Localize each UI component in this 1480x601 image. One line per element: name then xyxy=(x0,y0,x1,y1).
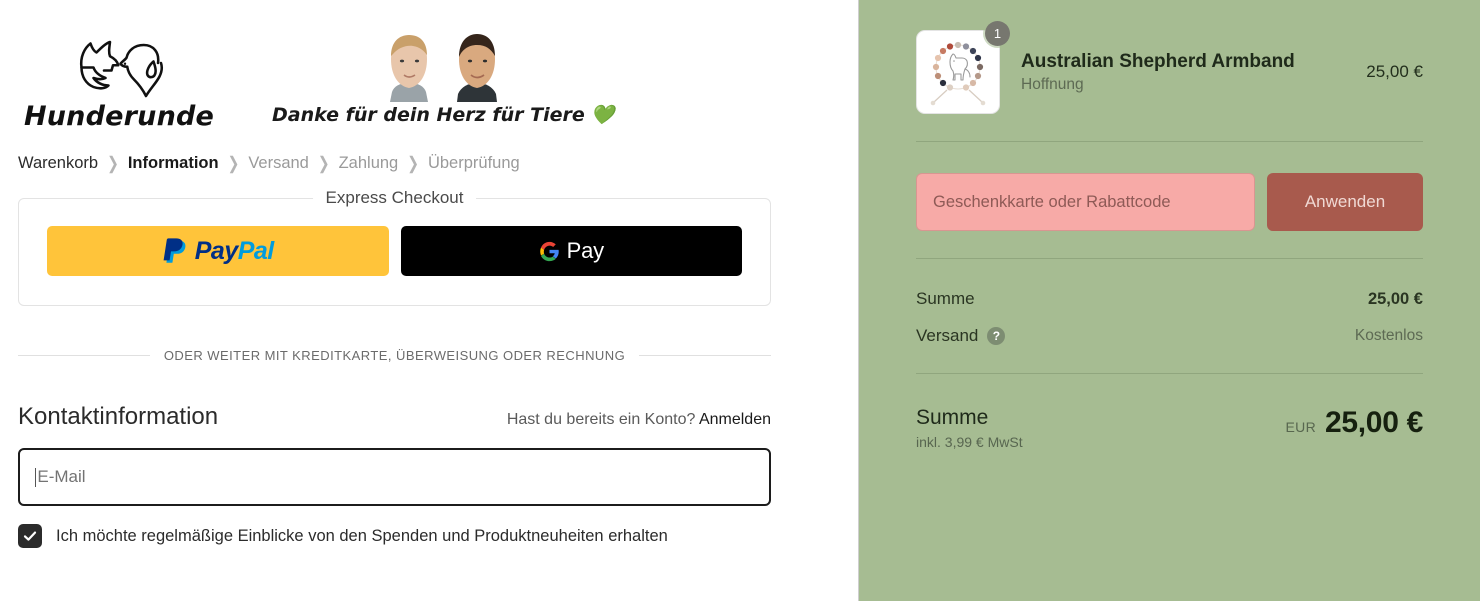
tagline-label: Danke für dein Herz für Tiere xyxy=(272,104,585,126)
subtotal-row: Summe 25,00 € xyxy=(916,289,1423,309)
paypal-logo-icon xyxy=(163,238,186,263)
existing-account-text: Hast du bereits ein Konto? xyxy=(506,411,696,428)
checkout-main-column: Hunderunde Danke für dein Herz für Tiere… xyxy=(0,0,858,601)
product-title: Australian Shepherd Armband xyxy=(1021,50,1295,72)
chevron-right-icon: ❯ xyxy=(317,152,330,173)
breadcrumb: Warenkorb ❯ Information ❯ Versand ❯ Zahl… xyxy=(18,152,840,173)
product-thumbnail xyxy=(916,30,1000,114)
google-pay-button[interactable]: Pay xyxy=(400,226,742,276)
product-thumbnail-wrapper: 1 xyxy=(916,21,1010,114)
team-member-photo-1 xyxy=(390,35,429,102)
shipping-label-wrapper: Versand ? xyxy=(916,326,1006,346)
discount-code-input[interactable]: Geschenkkarte oder Rabattcode xyxy=(916,173,1255,231)
apply-discount-button[interactable]: Anwenden xyxy=(1267,173,1423,231)
brand-wordmark: Hunderunde xyxy=(23,101,215,132)
express-checkout-legend: Express Checkout xyxy=(312,188,477,208)
order-summary-sidebar: 1 Australian Shepherd Armband Hoffnung 2… xyxy=(858,0,1480,601)
google-g-logo-icon xyxy=(539,241,559,261)
paypal-label-pal: Pal xyxy=(237,236,275,265)
grand-total-currency: EUR xyxy=(1285,419,1316,435)
summary-divider-2 xyxy=(916,258,1423,259)
text-caret xyxy=(35,467,37,487)
divider-line-right xyxy=(639,355,772,356)
express-checkout-box: Express Checkout PayPal Pay xyxy=(18,188,771,306)
existing-account-prompt: Hast du bereits ein Konto? Anmelden xyxy=(507,411,771,429)
checkout-page: Hunderunde Danke für dein Herz für Tiere… xyxy=(0,0,1480,601)
grand-total-left: Summe inkl. 3,99 € MwSt xyxy=(916,406,1023,450)
grand-total-row: Summe inkl. 3,99 € MwSt EUR 25,00 € xyxy=(916,406,1423,450)
green-heart-icon: 💚 xyxy=(590,103,615,126)
contact-information-title: Kontaktinformation xyxy=(18,403,219,430)
breadcrumb-item-zahlung: Zahlung xyxy=(338,154,399,172)
express-payment-buttons: PayPal Pay xyxy=(47,226,742,276)
summary-divider-3 xyxy=(916,373,1423,374)
paypal-label-pay: Pay xyxy=(194,236,238,265)
order-totals: Summe 25,00 € Versand ? Kostenlos xyxy=(916,289,1423,346)
help-question-icon[interactable]: ? xyxy=(987,327,1006,345)
paypal-button[interactable]: PayPal xyxy=(47,226,389,276)
breadcrumb-item-warenkorb[interactable]: Warenkorb xyxy=(18,154,98,173)
chevron-right-icon: ❯ xyxy=(407,152,419,173)
email-input-wrapper[interactable]: E-Mail xyxy=(18,448,771,506)
grand-total-right: EUR 25,00 € xyxy=(1285,406,1424,440)
express-checkout-section: Express Checkout PayPal Pay xyxy=(18,188,840,306)
google-pay-label: Pay xyxy=(566,238,605,263)
team-photos xyxy=(380,30,506,102)
email-input-placeholder: E-Mail xyxy=(37,467,86,486)
shipping-value: Kostenlos xyxy=(1354,327,1423,344)
summary-divider-1 xyxy=(916,141,1423,142)
team-tagline: Danke für dein Herz für Tiere 💚 xyxy=(272,30,614,130)
subtotal-label: Summe xyxy=(916,289,975,308)
team-member-photo-2 xyxy=(457,34,498,102)
chevron-right-icon: ❯ xyxy=(107,152,119,173)
chevron-right-icon: ❯ xyxy=(227,152,240,173)
alternate-payment-divider: ODER WEITER MIT KREDITKARTE, ÜBERWEISUNG… xyxy=(18,348,772,363)
contact-information-header: Kontaktinformation Hast du bereits ein K… xyxy=(18,403,771,431)
newsletter-checkbox[interactable] xyxy=(18,524,42,548)
discount-code-placeholder: Geschenkkarte oder Rabattcode xyxy=(933,192,1171,211)
shipping-row: Versand ? Kostenlos xyxy=(916,326,1423,346)
breadcrumb-item-ueberpruefung: Überprüfung xyxy=(427,154,520,172)
divider-line-left xyxy=(18,355,150,356)
breadcrumb-item-information[interactable]: Information xyxy=(128,154,219,173)
order-line-item: 1 Australian Shepherd Armband Hoffnung 2… xyxy=(916,21,1423,114)
login-link[interactable]: Anmelden xyxy=(699,411,771,428)
divider-label: ODER WEITER MIT KREDITKARTE, ÜBERWEISUNG… xyxy=(163,348,626,363)
checkmark-icon xyxy=(23,531,37,541)
product-variant: Hoffnung xyxy=(1021,76,1084,94)
product-price: 25,00 € xyxy=(1366,62,1423,81)
product-details: Australian Shepherd Armband Hoffnung xyxy=(1021,50,1354,95)
quantity-badge: 1 xyxy=(985,21,1010,46)
shipping-label: Versand xyxy=(916,326,979,345)
newsletter-checkbox-label: Ich möchte regelmäßige Einblicke von den… xyxy=(56,526,668,545)
tagline-text: Danke für dein Herz für Tiere 💚 xyxy=(272,104,614,126)
grand-total-tax-note: inkl. 3,99 € MwSt xyxy=(916,434,1023,451)
subtotal-value: 25,00 € xyxy=(1367,289,1423,308)
grand-total-amount: 25,00 € xyxy=(1325,406,1423,439)
two-dog-heads-logo xyxy=(79,40,164,98)
brand-logo[interactable]: Hunderunde xyxy=(24,33,214,130)
beaded-bracelet-dog-charm-icon xyxy=(930,41,986,106)
discount-code-row: Geschenkkarte oder Rabattcode Anwenden xyxy=(916,173,1423,231)
site-header: Hunderunde Danke für dein Herz für Tiere… xyxy=(18,0,840,130)
newsletter-opt-in-row[interactable]: Ich möchte regelmäßige Einblicke von den… xyxy=(18,524,771,548)
grand-total-label: Summe xyxy=(916,406,989,429)
breadcrumb-item-versand: Versand xyxy=(248,154,309,172)
